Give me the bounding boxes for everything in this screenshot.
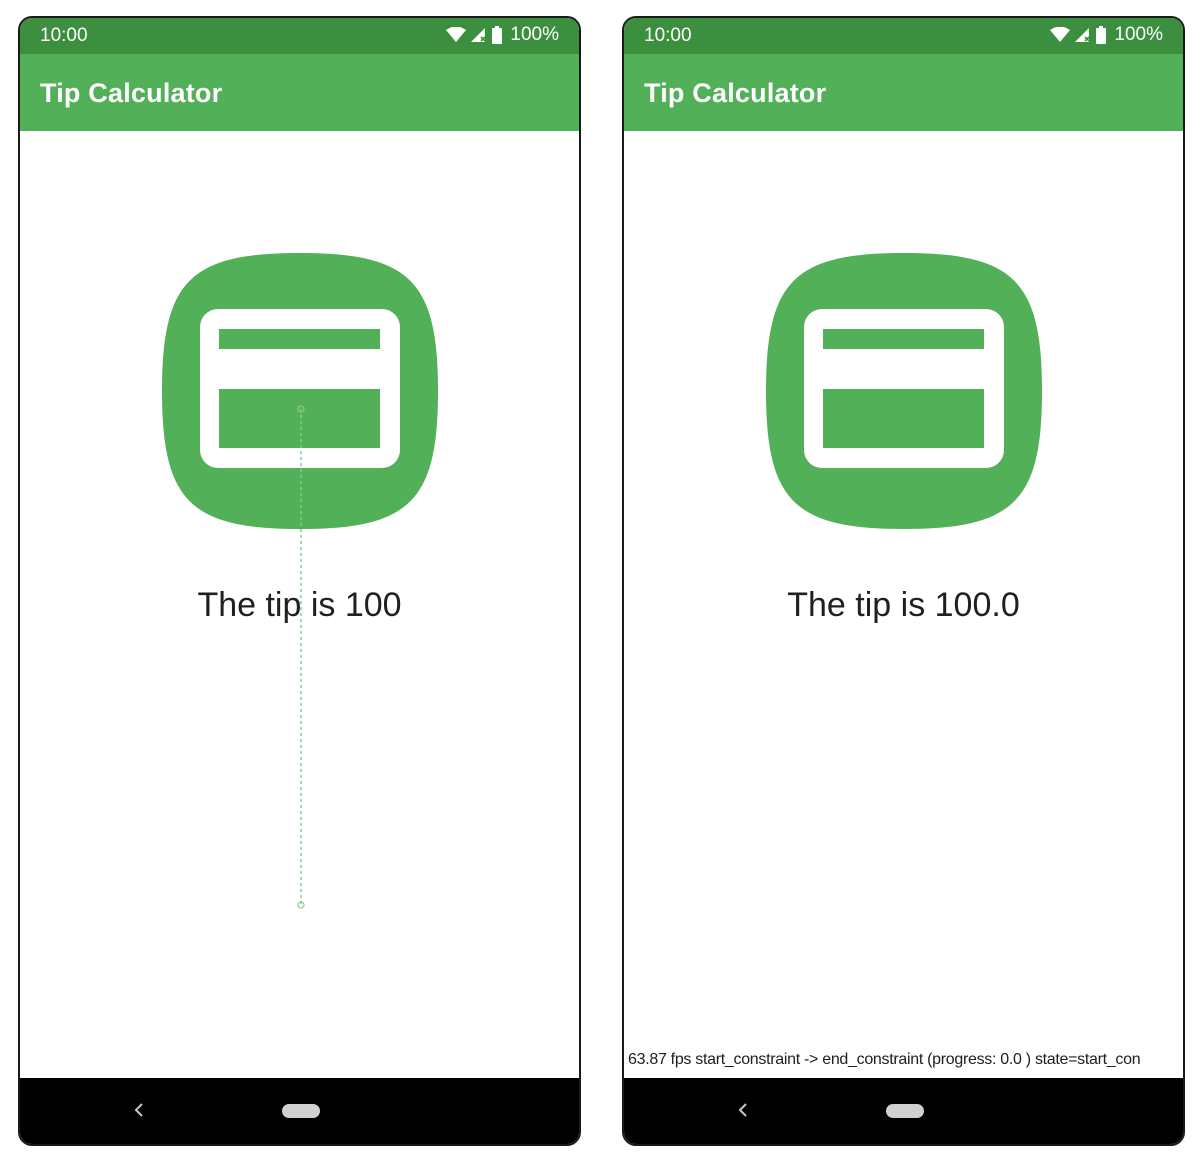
- calculator-app-icon[interactable]: [764, 251, 1044, 531]
- status-icons: 100%: [1050, 24, 1163, 46]
- navigation-bar: [624, 1078, 1183, 1144]
- battery-percent: 100%: [1114, 24, 1163, 45]
- cell-signal-icon: [1075, 28, 1090, 42]
- motion-path-overlay: [297, 405, 305, 909]
- battery-percent: 100%: [510, 24, 559, 45]
- tip-result-text: The tip is 100.0: [787, 586, 1020, 624]
- app-bar: Tip Calculator: [20, 54, 579, 131]
- status-time: 10:00: [40, 25, 88, 46]
- back-icon[interactable]: [736, 1100, 750, 1120]
- home-pill[interactable]: [886, 1104, 924, 1118]
- phone-screen-left: 10:00 100% Tip Calculator The tip is 100: [18, 16, 581, 1146]
- status-bar: 10:00 100%: [624, 18, 1183, 54]
- motion-debug-text: 63.87 fps start_constraint -> end_constr…: [628, 1051, 1141, 1068]
- content-area: The tip is 100.0 63.87 fps start_constra…: [624, 131, 1183, 1078]
- content-area: The tip is 100: [20, 131, 579, 1078]
- app-title: Tip Calculator: [40, 78, 223, 108]
- wifi-icon: [1050, 27, 1071, 42]
- app-title: Tip Calculator: [644, 78, 827, 108]
- tip-result-text: The tip is 100: [197, 586, 402, 624]
- status-icons: 100%: [446, 24, 559, 46]
- status-bar: 10:00 100%: [20, 18, 579, 54]
- cell-signal-icon: [471, 28, 486, 42]
- home-pill[interactable]: [282, 1104, 320, 1118]
- status-time: 10:00: [644, 25, 692, 46]
- back-icon[interactable]: [132, 1100, 146, 1120]
- battery-icon: [492, 26, 503, 44]
- wifi-icon: [446, 27, 467, 42]
- phone-screen-right: 10:00 100% Tip Calculator The tip is 100…: [622, 16, 1185, 1146]
- navigation-bar: [20, 1078, 579, 1144]
- app-bar: Tip Calculator: [624, 54, 1183, 131]
- battery-icon: [1096, 26, 1107, 44]
